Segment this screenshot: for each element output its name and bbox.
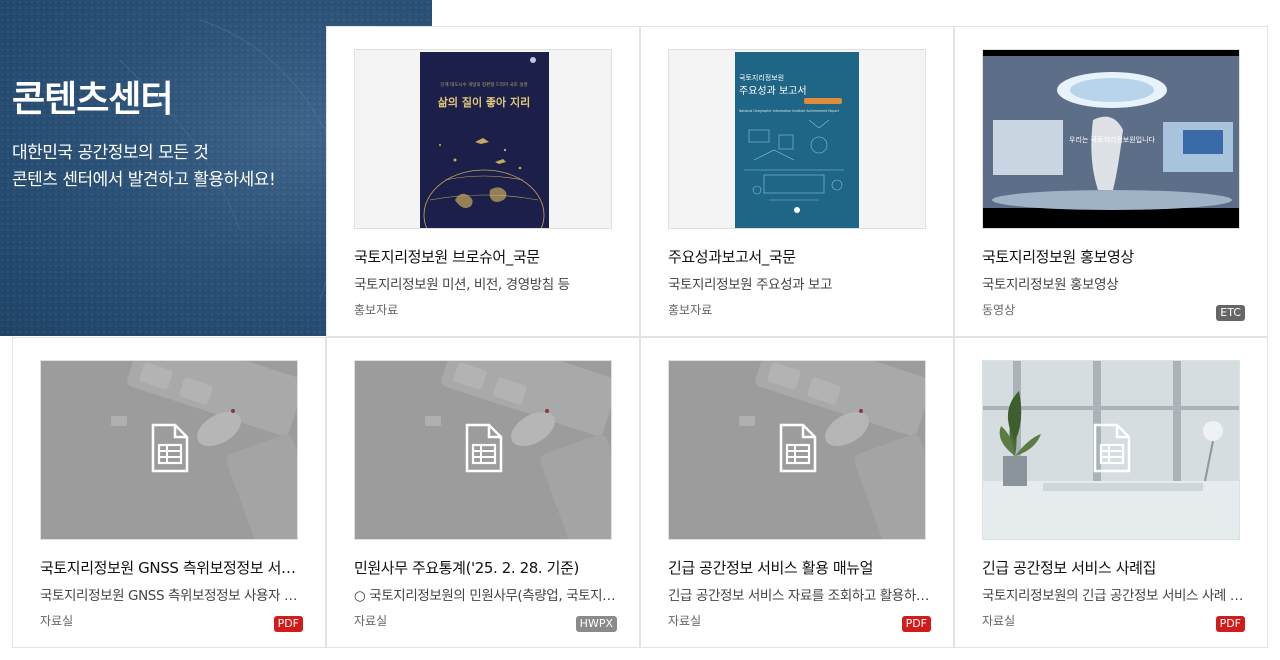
card-thumbnail (354, 360, 612, 540)
card-title[interactable]: 국토지리정보원 브로슈어_국문 (354, 246, 616, 267)
cover-org: 국토지리정보원 (739, 73, 784, 82)
document-icon (1093, 423, 1131, 473)
content-card[interactable]: 긴급 공간정보 서비스 사례집 국토지리정보원의 긴급 공간정보 서비스 사례 … (954, 337, 1268, 648)
hero-subtitle-line-1: 대한민국 공간정보의 모든 것 (12, 143, 209, 163)
file-type-badge: PDF (1215, 616, 1245, 632)
content-card[interactable]: 단계 대도시수 개방의 정판형 드라마 국토 설명 삶의 질이 좋아 지리 국토… (326, 26, 640, 337)
file-type-badge: HWPX (575, 616, 617, 632)
card-description: 국토지리정보원 GNSS 측위보정정보 사용자 매뉴얼 (40, 588, 302, 604)
card-title[interactable]: 긴급 공간정보 서비스 사례집 (982, 557, 1244, 578)
hero-subtitle-line-2: 콘텐츠 센터에서 발견하고 활용하세요! (12, 170, 276, 190)
card-title[interactable]: 민원사무 주요통계('25. 2. 28. 기준) (354, 557, 616, 578)
card-category: 자료실 (354, 614, 388, 628)
card-description: 국토지리정보원의 긴급 공간정보 서비스 사례 모음 (982, 588, 1244, 604)
content-card[interactable]: 민원사무 주요통계('25. 2. 28. 기준) ○ 국토지리정보원의 민원사… (326, 337, 640, 648)
card-category: 자료실 (40, 614, 74, 628)
video-caption: 우리는 국토지리정보원입니다 (1069, 135, 1156, 144)
document-icon (151, 423, 189, 473)
file-type-badge: PDF (901, 616, 931, 632)
card-title[interactable]: 국토지리정보원 GNSS 측위보정정보 서비스 사용자 매뉴얼 (40, 557, 302, 578)
card-description: ○ 국토지리정보원의 민원사무(측량업, 국토지리정보 제공 등) (354, 588, 616, 604)
card-category: 홍보자료 (668, 303, 713, 317)
card-category: 동영상 (982, 303, 1016, 317)
cover-tagline: 단계 대도시수 개방의 정판형 드라마 국토 설명 (440, 81, 527, 88)
content-card[interactable]: 국토지리정보원 주요성과 보고서 National Geographic Inf… (640, 26, 954, 337)
card-thumbnail (40, 360, 298, 540)
card-description: 국토지리정보원 주요성과 보고 (668, 277, 833, 293)
card-category: 자료실 (982, 614, 1016, 628)
document-icon (465, 423, 503, 473)
file-type-badge: PDF (273, 616, 303, 632)
cover-title: 주요성과 보고서 (739, 85, 807, 97)
cover-title: 삶의 질이 좋아 지리 (438, 95, 530, 109)
card-description: 국토지리정보원 홍보영상 (982, 277, 1119, 293)
card-title[interactable]: 긴급 공간정보 서비스 활용 매뉴얼 (668, 557, 930, 578)
card-category: 자료실 (668, 614, 702, 628)
card-category: 홍보자료 (354, 303, 399, 317)
document-icon (779, 423, 817, 473)
card-description: 긴급 공간정보 서비스 자료를 조회하고 활용하는 방법 (668, 588, 930, 604)
card-thumbnail: 단계 대도시수 개방의 정판형 드라마 국토 설명 삶의 질이 좋아 지리 (354, 49, 612, 229)
card-description: 국토지리정보원 미션, 비전, 경영방침 등 (354, 277, 570, 293)
file-type-badge: ETC (1216, 305, 1245, 321)
card-thumbnail: 국토지리정보원 주요성과 보고서 National Geographic Inf… (668, 49, 926, 229)
video-thumbnail: 우리는 국토지리정보원입니다 (982, 49, 1240, 229)
content-card[interactable]: 국토지리정보원 GNSS 측위보정정보 서비스 사용자 매뉴얼 국토지리정보원 … (12, 337, 326, 648)
content-card[interactable]: 긴급 공간정보 서비스 활용 매뉴얼 긴급 공간정보 서비스 자료를 조회하고 … (640, 337, 954, 648)
content-card[interactable]: 우리는 국토지리정보원입니다 국토지리정보원 홍보영상 국토지리정보원 홍보영상… (954, 26, 1268, 337)
card-title[interactable]: 국토지리정보원 홍보영상 (982, 246, 1244, 267)
card-thumbnail (982, 360, 1240, 540)
card-thumbnail (668, 360, 926, 540)
cover-subtitle: National Geographic Information Institut… (739, 109, 840, 113)
page-title: 콘텐츠센터 (12, 79, 174, 120)
card-title[interactable]: 주요성과보고서_국문 (668, 246, 930, 267)
hero-subtitle: 대한민국 공간정보의 모든 것 콘텐츠 센터에서 발견하고 활용하세요! (12, 140, 276, 194)
